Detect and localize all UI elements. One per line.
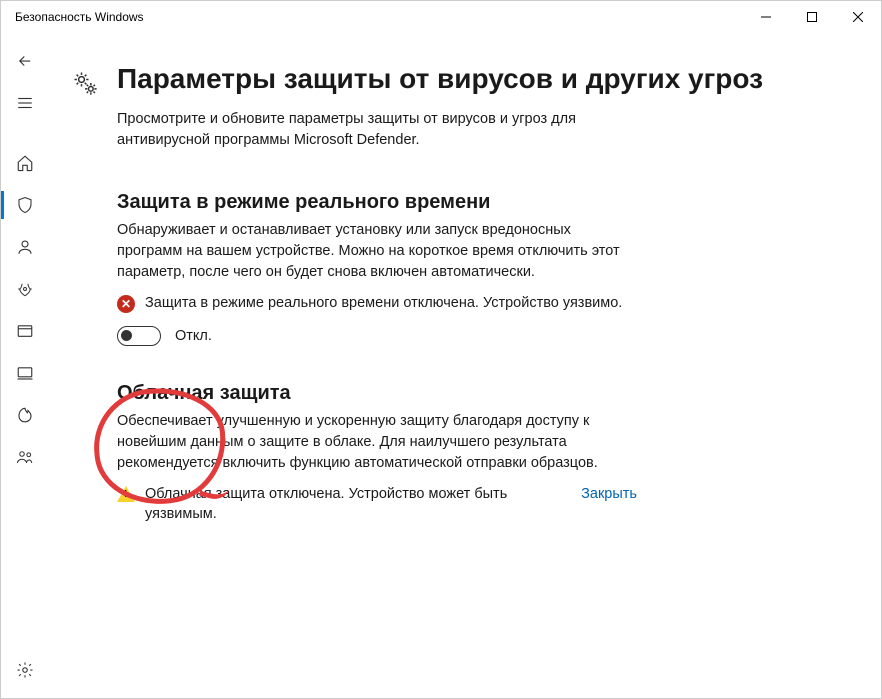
error-icon: ✕	[117, 295, 135, 313]
gears-icon	[71, 69, 99, 97]
realtime-toggle[interactable]	[117, 326, 161, 346]
page-header: Параметры защиты от вирусов и других угр…	[71, 61, 841, 97]
sidebar-item-account-protection[interactable]	[1, 227, 49, 267]
titlebar: Безопасность Windows	[1, 1, 881, 33]
close-button[interactable]	[835, 1, 881, 33]
realtime-toggle-label: Откл.	[175, 328, 212, 344]
sidebar-item-device-performance[interactable]	[1, 395, 49, 435]
minimize-button[interactable]	[743, 1, 789, 33]
menu-button[interactable]	[1, 83, 49, 123]
sidebar-item-firewall[interactable]	[1, 269, 49, 309]
realtime-warning-text: Защита в режиме реального времени отключ…	[145, 293, 637, 313]
content: Параметры защиты от вирусов и других угр…	[49, 33, 881, 698]
cloud-section: Облачная защита Обеспечивает улучшенную …	[117, 382, 637, 525]
cloud-desc: Обеспечивает улучшенную и ускоренную защ…	[117, 411, 637, 474]
sidebar-item-device-security[interactable]	[1, 353, 49, 393]
warning-icon	[117, 486, 135, 502]
window-controls	[743, 1, 881, 33]
cloud-dismiss-link[interactable]: Закрыть	[571, 484, 637, 504]
realtime-heading: Защита в режиме реального времени	[117, 191, 637, 214]
window-title: Безопасность Windows	[1, 10, 144, 24]
cloud-warning-text: Облачная защита отключена. Устройство мо…	[145, 484, 561, 525]
cloud-warning-row: Облачная защита отключена. Устройство мо…	[117, 484, 637, 525]
cloud-heading: Облачная защита	[117, 382, 637, 405]
realtime-desc: Обнаруживает и останавливает установку и…	[117, 220, 637, 283]
sidebar-item-family-options[interactable]	[1, 437, 49, 477]
sidebar-item-home[interactable]	[1, 143, 49, 183]
page-subtitle: Просмотрите и обновите параметры защиты …	[117, 109, 637, 151]
sidebar-item-settings[interactable]	[1, 650, 49, 690]
back-button[interactable]	[1, 41, 49, 81]
sidebar-item-virus-protection[interactable]	[1, 185, 49, 225]
realtime-toggle-row: Откл.	[117, 326, 637, 346]
body: Параметры защиты от вирусов и других угр…	[1, 33, 881, 698]
sidebar-item-app-browser-control[interactable]	[1, 311, 49, 351]
realtime-section: Защита в режиме реального времени Обнару…	[117, 191, 637, 345]
page-title: Параметры защиты от вирусов и других угр…	[117, 61, 763, 97]
window: Безопасность Windows	[0, 0, 882, 699]
maximize-button[interactable]	[789, 1, 835, 33]
realtime-warning-row: ✕ Защита в режиме реального времени откл…	[117, 293, 637, 313]
sidebar	[1, 33, 49, 698]
